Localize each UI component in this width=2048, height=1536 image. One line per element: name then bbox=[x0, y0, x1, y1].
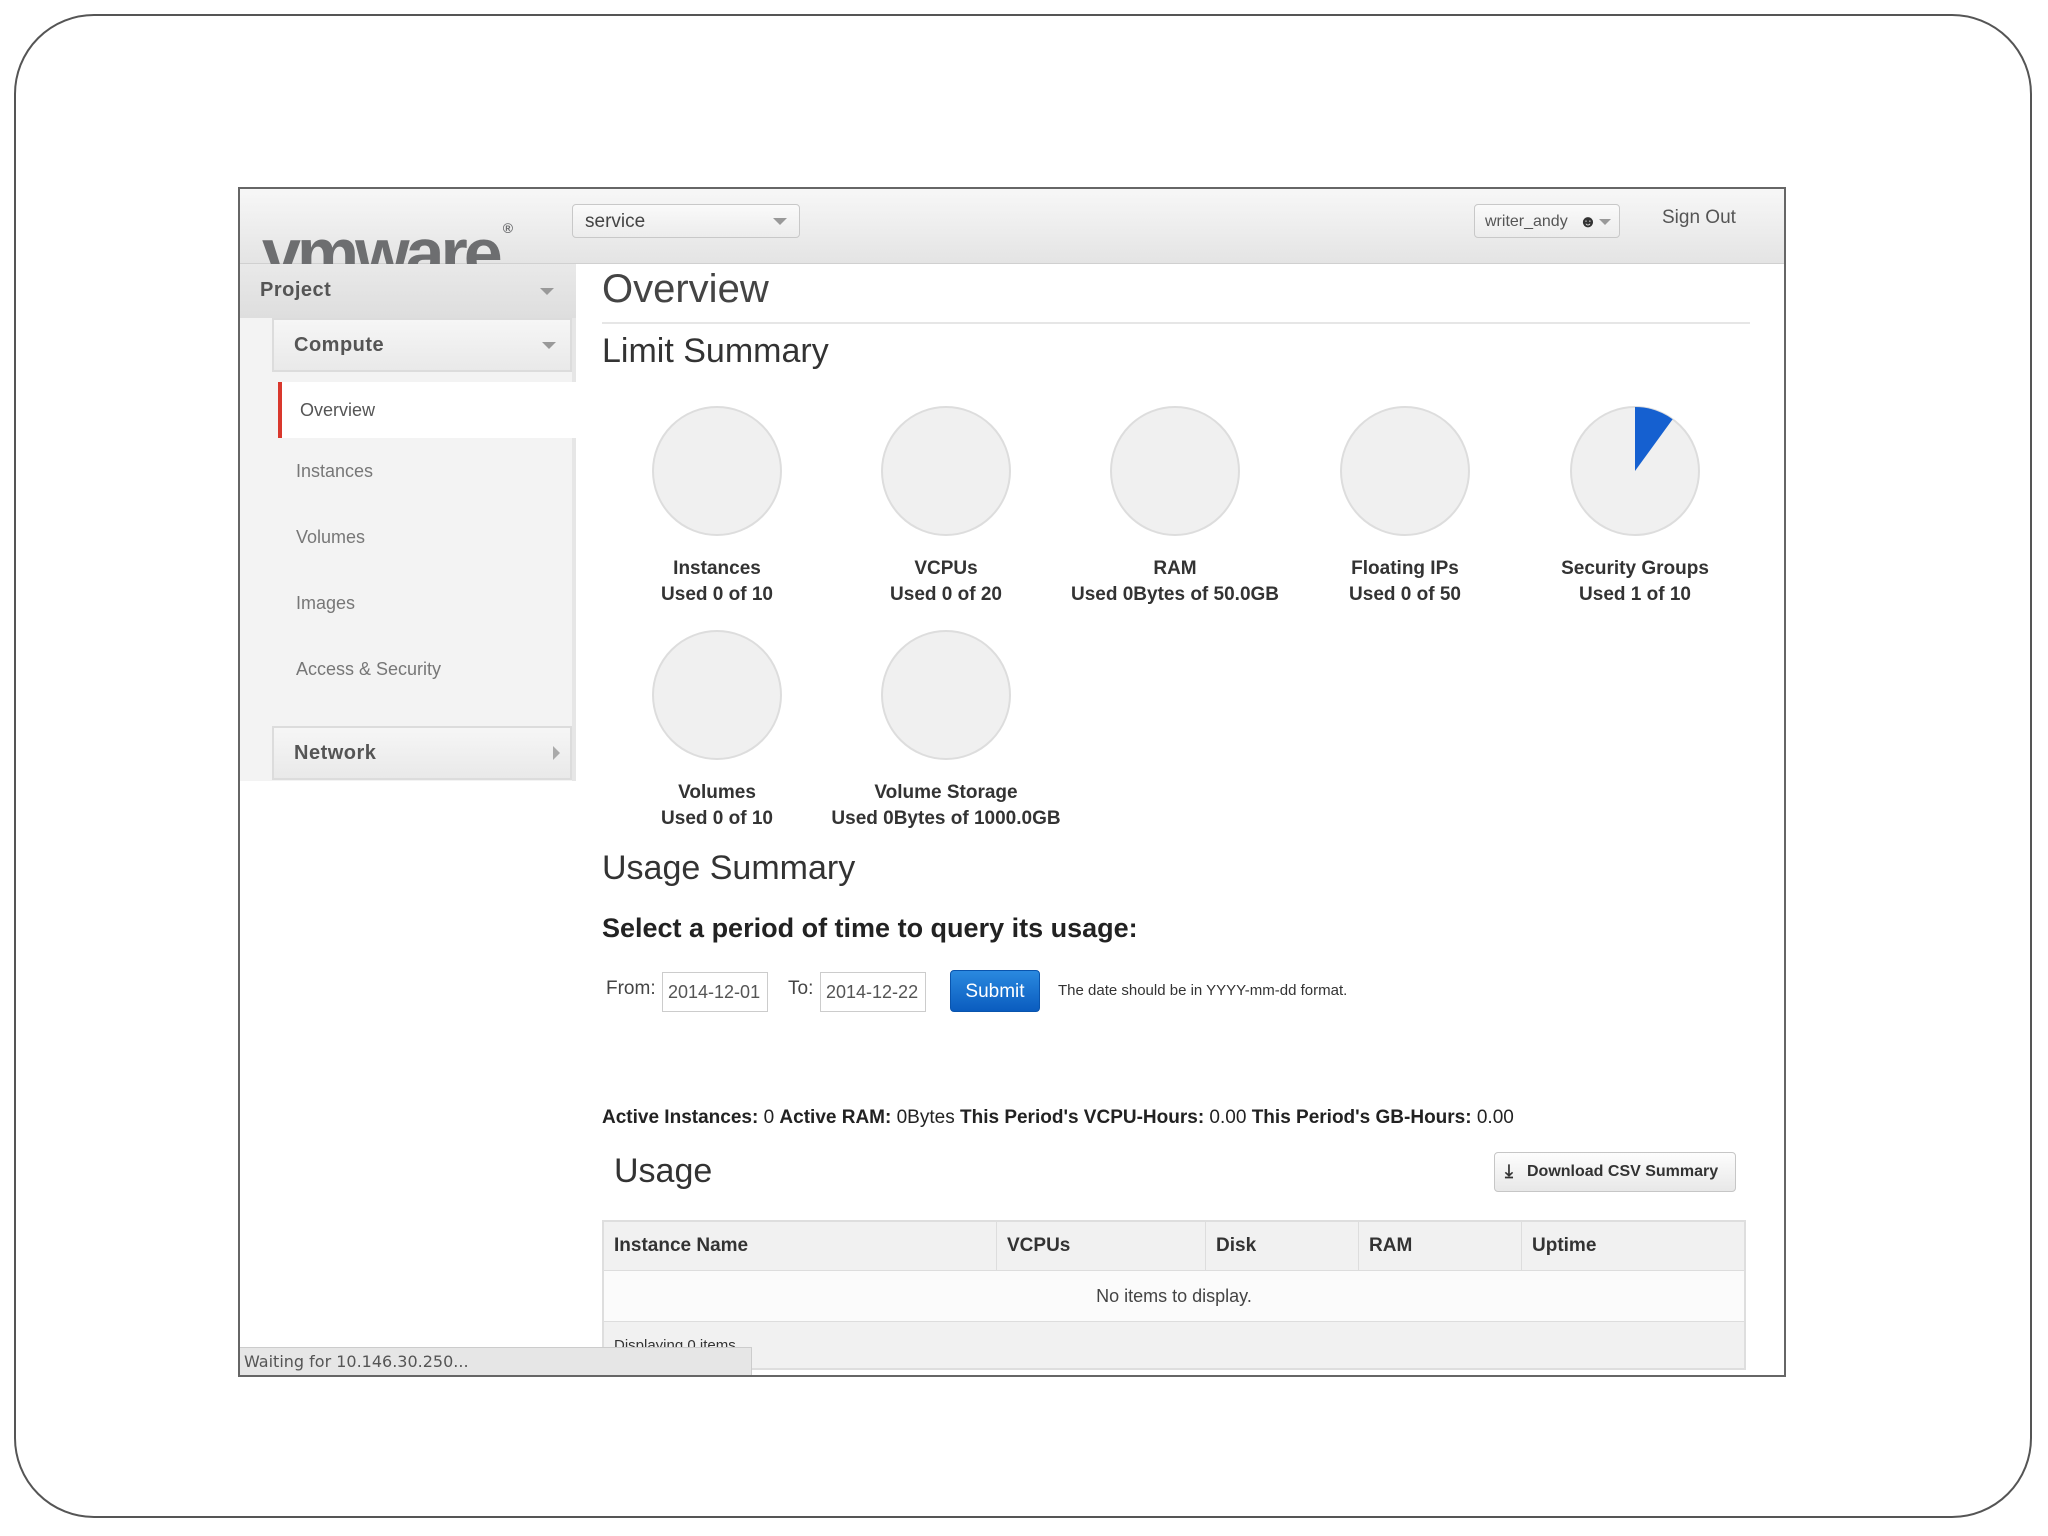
date-format-hint: The date should be in YYYY-mm-dd format. bbox=[1058, 982, 1348, 999]
limit-card: RAM Used 0Bytes of 50.0GB bbox=[1060, 404, 1290, 608]
project-select[interactable]: service bbox=[572, 204, 800, 238]
limit-used: Used 0 of 50 bbox=[1349, 584, 1461, 605]
limit-used: Used 0 of 10 bbox=[661, 584, 773, 605]
sidebar-item-overview[interactable]: Overview bbox=[278, 382, 578, 438]
limit-name: Floating IPs bbox=[1351, 558, 1459, 579]
limit-name: Security Groups bbox=[1561, 558, 1709, 579]
date-form: From: To: Submit The date should be in Y… bbox=[602, 968, 1602, 1012]
limit-used: Used 0 of 10 bbox=[661, 808, 773, 829]
column-header-ram[interactable]: RAM bbox=[1358, 1221, 1522, 1271]
gb-hours-value: 0.00 bbox=[1471, 1107, 1514, 1128]
chevron-down-icon bbox=[773, 218, 787, 225]
usage-stats: Active Instances: 0 Active RAM: 0Bytes T… bbox=[602, 1107, 1514, 1129]
browser-status-bar: Waiting for 10.146.30.250... bbox=[240, 1347, 752, 1375]
limit-summary-heading: Limit Summary bbox=[602, 332, 829, 370]
active-instances-value: 0 bbox=[758, 1107, 780, 1128]
column-header-uptime[interactable]: Uptime bbox=[1521, 1221, 1745, 1271]
sidebar-item-images[interactable]: Images bbox=[272, 570, 572, 636]
pie-chart bbox=[1340, 406, 1470, 536]
sidebar-item-instances[interactable]: Instances bbox=[272, 438, 572, 504]
page-title: Overview bbox=[602, 264, 1750, 324]
usage-summary-heading: Usage Summary bbox=[602, 849, 856, 887]
table-footer-row: Displaying 0 items bbox=[603, 1321, 1745, 1369]
active-ram-label: Active RAM: bbox=[779, 1107, 892, 1128]
gb-hours-label: This Period's GB-Hours: bbox=[1251, 1107, 1472, 1128]
user-name: writer_andy bbox=[1485, 213, 1568, 230]
table-row: No items to display. bbox=[603, 1270, 1745, 1322]
sidebar-nav: Overview Instances Volumes Images Access… bbox=[272, 372, 578, 702]
pie-background bbox=[652, 630, 782, 760]
chevron-right-icon bbox=[553, 746, 560, 760]
download-csv-label: Download CSV Summary bbox=[1527, 1163, 1719, 1180]
period-question: Select a period of time to query its usa… bbox=[602, 913, 1138, 943]
user-menu[interactable]: writer_andy ☻ bbox=[1474, 204, 1620, 238]
column-header-disk[interactable]: Disk bbox=[1205, 1221, 1359, 1271]
sidebar-item-access-security[interactable]: Access & Security bbox=[272, 636, 572, 702]
limit-card: Instances Used 0 of 10 bbox=[602, 404, 832, 608]
chevron-down-icon bbox=[540, 288, 554, 295]
to-date-input[interactable] bbox=[820, 972, 926, 1012]
limit-name: RAM bbox=[1153, 558, 1197, 579]
vcpu-hours-label: This Period's VCPU-Hours: bbox=[959, 1107, 1205, 1128]
chevron-down-icon bbox=[542, 342, 556, 349]
active-instances-label: Active Instances: bbox=[602, 1107, 759, 1128]
limit-name: Volume Storage bbox=[874, 782, 1018, 803]
limit-card: Floating IPs Used 0 of 50 bbox=[1290, 404, 1520, 608]
sign-out-link[interactable]: Sign Out bbox=[1662, 207, 1736, 229]
sidebar-compute-toggle[interactable]: Compute bbox=[272, 318, 572, 372]
limit-name: VCPUs bbox=[914, 558, 978, 579]
table-header-row: Instance Name VCPUs Disk RAM Uptime bbox=[603, 1221, 1745, 1271]
pie-background bbox=[1110, 406, 1240, 536]
limit-name: Instances bbox=[673, 558, 761, 579]
pie-background bbox=[652, 406, 782, 536]
pie-chart bbox=[1110, 406, 1240, 536]
chevron-down-icon bbox=[1599, 219, 1611, 225]
limit-card: Volume Storage Used 0Bytes of 1000.0GB bbox=[831, 628, 1061, 832]
column-header-vcpus[interactable]: VCPUs bbox=[996, 1221, 1206, 1271]
limit-card: VCPUs Used 0 of 20 bbox=[831, 404, 1061, 608]
limit-used: Used 0Bytes of 1000.0GB bbox=[831, 808, 1061, 829]
pie-chart bbox=[1570, 406, 1700, 536]
column-header-instance-name[interactable]: Instance Name bbox=[603, 1221, 997, 1271]
pie-chart bbox=[652, 630, 782, 760]
active-ram-value: 0Bytes bbox=[891, 1107, 960, 1128]
table-footer: Displaying 0 items bbox=[603, 1321, 1745, 1369]
browser-window: vmware ® service writer_andy ☻ Sign Out P… bbox=[238, 187, 1786, 1377]
submit-button[interactable]: Submit bbox=[950, 970, 1040, 1012]
user-icon: ☻ bbox=[1579, 212, 1597, 231]
sidebar-network-toggle[interactable]: Network bbox=[272, 726, 572, 780]
sidebar-project-toggle[interactable]: Project bbox=[240, 264, 576, 318]
pie-background bbox=[881, 630, 1011, 760]
pie-chart bbox=[881, 406, 1011, 536]
limit-name: Volumes bbox=[678, 782, 756, 803]
download-csv-button[interactable]: ⤓ Download CSV Summary bbox=[1494, 1152, 1736, 1192]
sidebar-network-label: Network bbox=[294, 742, 377, 764]
table-empty-message: No items to display. bbox=[603, 1270, 1745, 1322]
limit-used: Used 1 of 10 bbox=[1579, 584, 1691, 605]
sidebar: Project Compute Overview Instances Volum… bbox=[240, 264, 578, 781]
usage-table: Instance Name VCPUs Disk RAM Uptime No i… bbox=[602, 1220, 1746, 1370]
limit-card: Security Groups Used 1 of 10 bbox=[1520, 404, 1750, 608]
vcpu-hours-value: 0.00 bbox=[1204, 1107, 1252, 1128]
download-icon: ⤓ bbox=[1505, 1161, 1513, 1181]
sidebar-item-volumes[interactable]: Volumes bbox=[272, 504, 572, 570]
pie-background bbox=[1340, 406, 1470, 536]
pie-background bbox=[881, 406, 1011, 536]
to-label: To: bbox=[788, 978, 814, 999]
from-date-input[interactable] bbox=[662, 972, 768, 1012]
pie-chart bbox=[881, 630, 1011, 760]
limit-used: Used 0Bytes of 50.0GB bbox=[1070, 584, 1280, 605]
sidebar-project-label: Project bbox=[260, 279, 332, 301]
usage-heading: Usage bbox=[614, 1152, 713, 1190]
sidebar-compute-label: Compute bbox=[294, 334, 385, 356]
project-select-value: service bbox=[585, 211, 646, 232]
limit-card: Volumes Used 0 of 10 bbox=[602, 628, 832, 832]
from-label: From: bbox=[606, 978, 656, 999]
pie-chart bbox=[652, 406, 782, 536]
limit-used: Used 0 of 20 bbox=[890, 584, 1002, 605]
top-bar: vmware ® service writer_andy ☻ Sign Out bbox=[240, 189, 1784, 288]
